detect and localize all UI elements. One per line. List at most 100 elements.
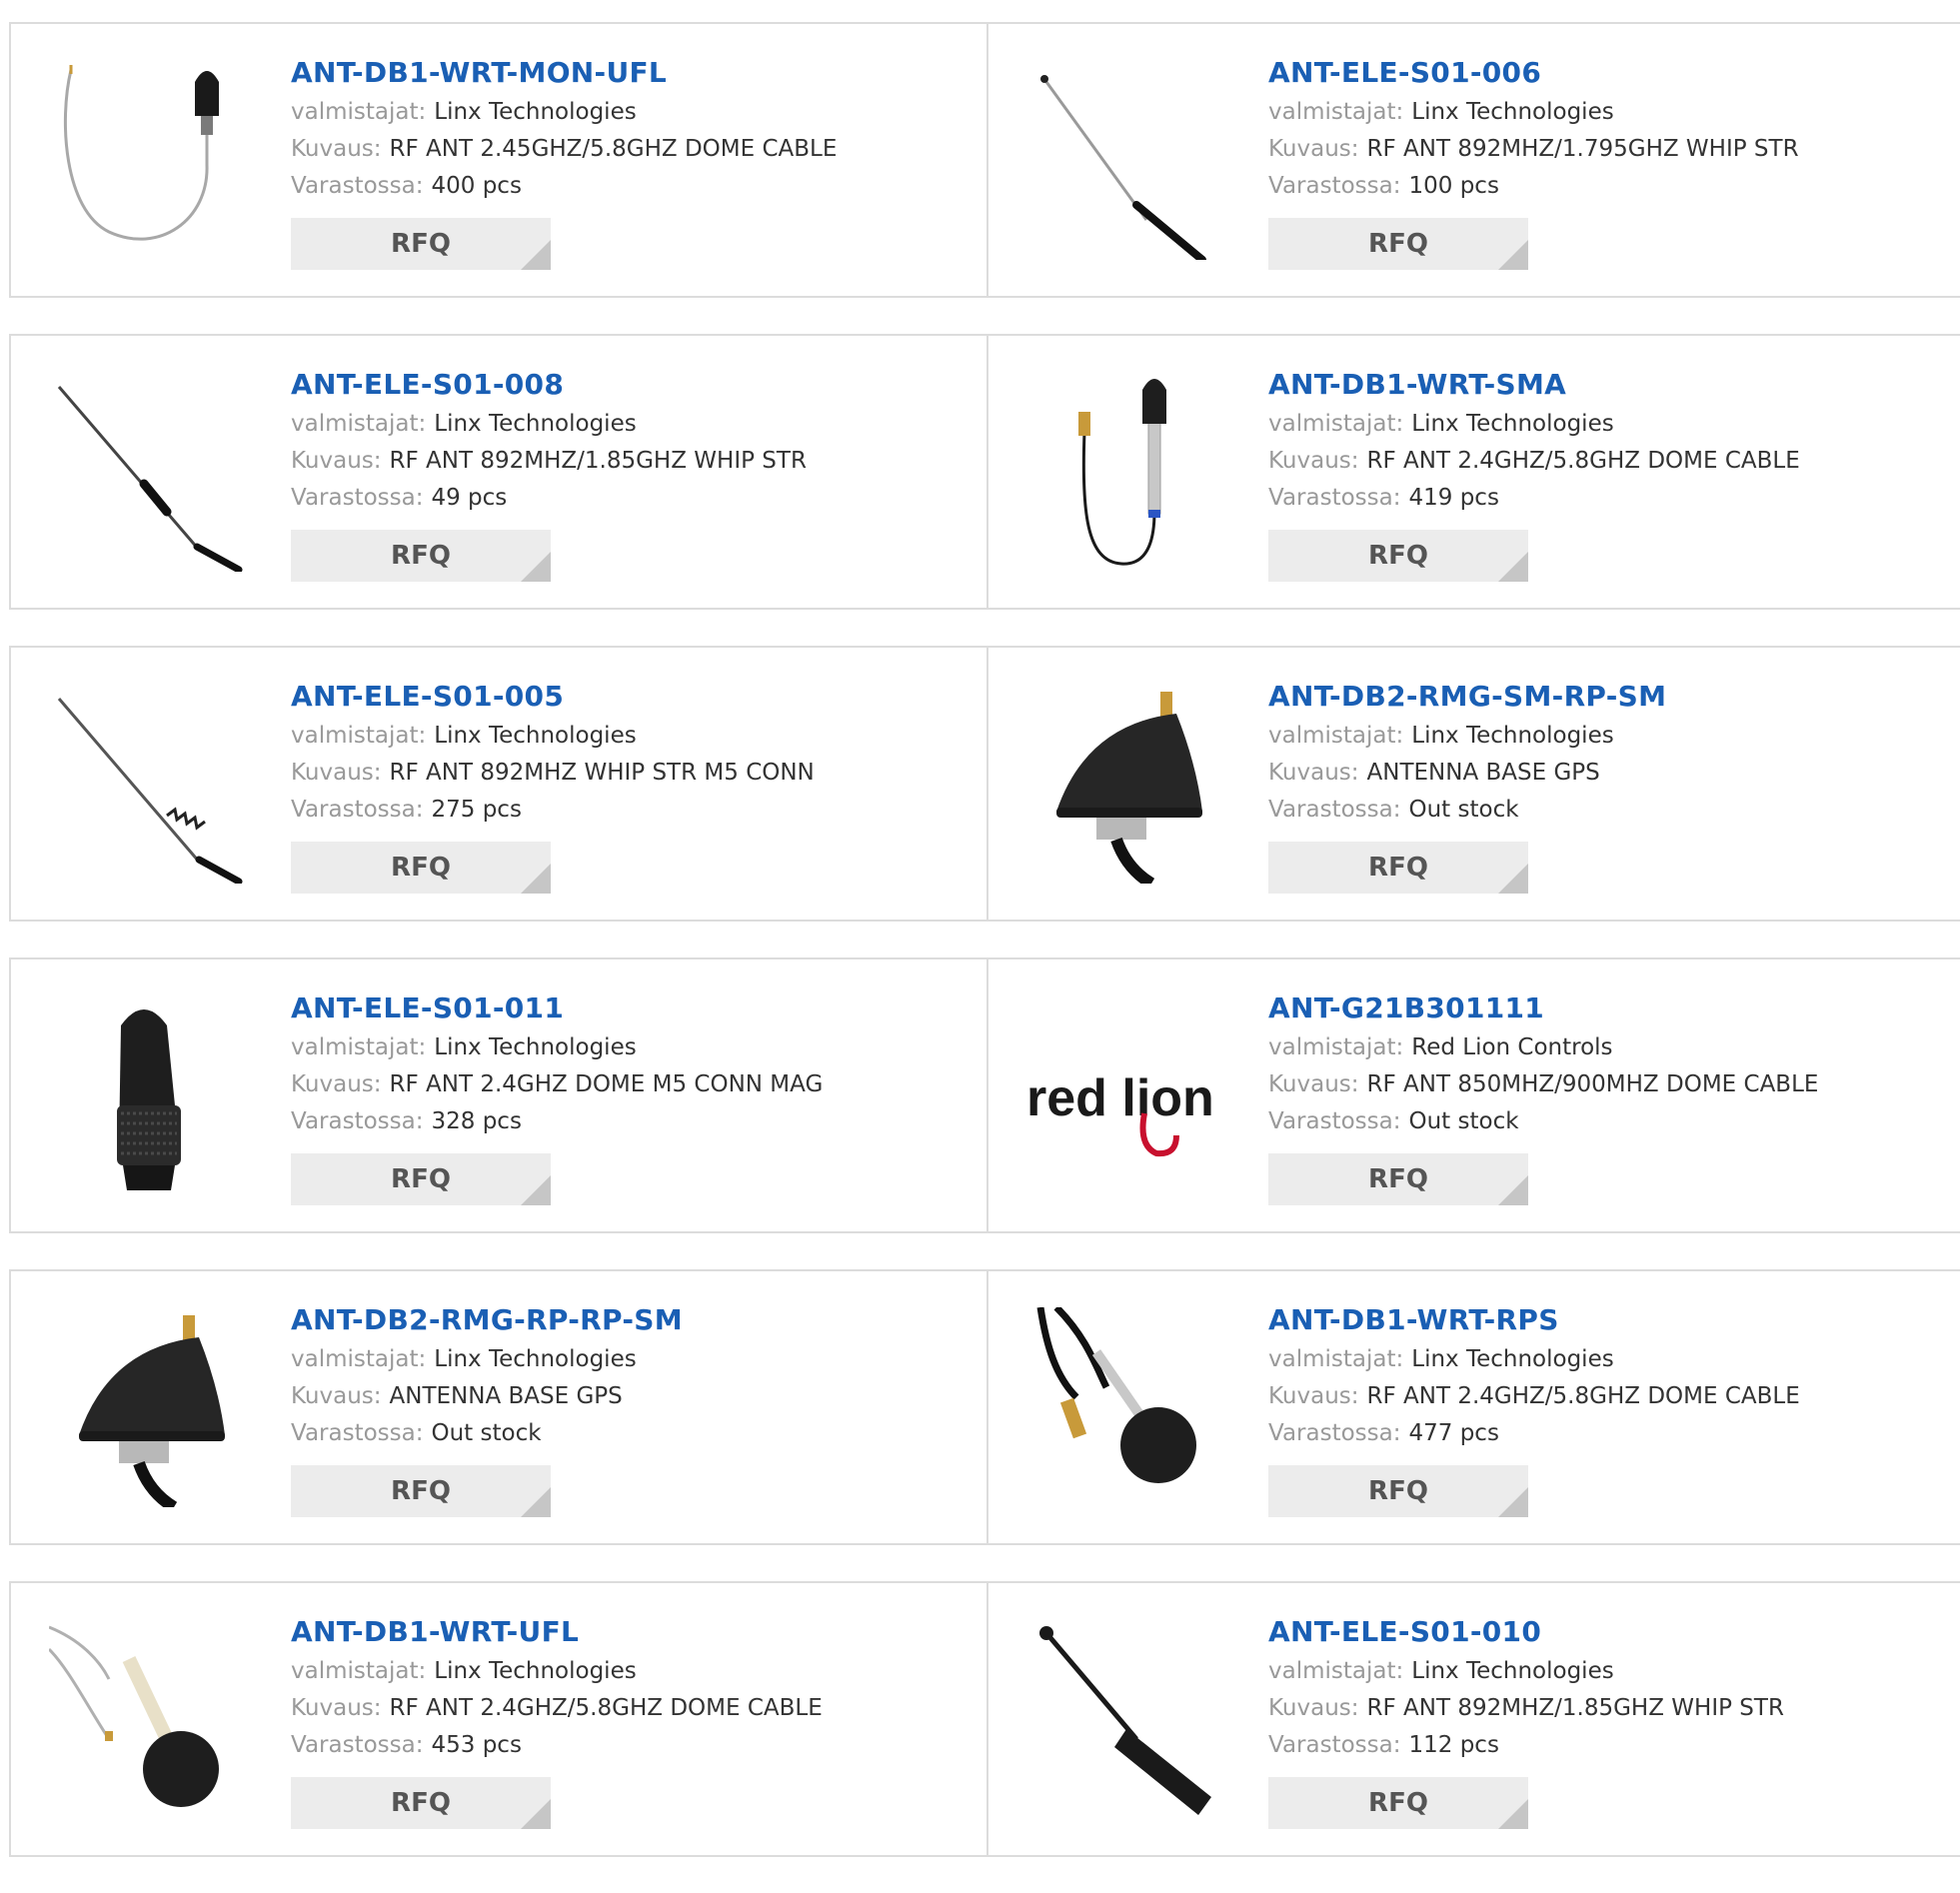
rfq-button[interactable]: RFQ [1268, 1777, 1528, 1829]
part-number-link[interactable]: ANT-DB1-WRT-MON-UFL [291, 52, 837, 94]
manufacturer-line: valmistajat: Linx Technologies [291, 406, 807, 443]
product-grid: ANT-DB1-WRT-MON-UFL valmistajat: Linx Tec… [9, 22, 1960, 1893]
description-value: RF ANT 892MHZ/1.85GHZ WHIP STR [1366, 1695, 1784, 1721]
manufacturer-label: valmistajat: [291, 1034, 427, 1060]
product-image[interactable] [1026, 684, 1226, 884]
description-value: RF ANT 2.4GHZ DOME M5 CONN MAG [389, 1071, 824, 1097]
part-number-link[interactable]: ANT-ELE-S01-011 [291, 987, 823, 1029]
product-image[interactable] [1026, 1619, 1226, 1819]
stock-value: 112 pcs [1408, 1732, 1499, 1758]
stock-value: 275 pcs [431, 797, 522, 823]
description-label: Kuvaus: [1268, 1071, 1359, 1097]
stock-line: Varastossa: 477 pcs [1268, 1415, 1800, 1452]
rfq-button[interactable]: RFQ [291, 1153, 551, 1205]
part-number-link[interactable]: ANT-ELE-S01-010 [1268, 1611, 1784, 1653]
red-lion-logo[interactable]: red lion [1026, 995, 1226, 1195]
product-card: red lion ANT-G21B301111 valmistajat: Red … [988, 959, 1960, 1231]
rfq-button[interactable]: RFQ [291, 218, 551, 270]
stock-line: Varastossa: 112 pcs [1268, 1727, 1784, 1764]
rfq-button[interactable]: RFQ [291, 1777, 551, 1829]
stock-line: Varastossa: Out stock [1268, 1103, 1818, 1140]
rfq-button[interactable]: RFQ [291, 1465, 551, 1517]
rfq-label: RFQ [1368, 853, 1428, 883]
description-line: Kuvaus: RF ANT 892MHZ/1.85GHZ WHIP STR [1268, 1690, 1784, 1727]
rfq-button[interactable]: RFQ [1268, 530, 1528, 582]
part-number-link[interactable]: ANT-DB1-WRT-SMA [1268, 364, 1800, 406]
stock-line: Varastossa: 275 pcs [291, 792, 815, 829]
description-line: Kuvaus: ANTENNA BASE GPS [1268, 755, 1666, 792]
manufacturer-label: valmistajat: [1268, 723, 1404, 749]
stock-label: Varastossa: [1268, 1732, 1401, 1758]
description-label: Kuvaus: [291, 760, 382, 786]
stock-label: Varastossa: [291, 797, 424, 823]
product-image[interactable] [49, 1307, 249, 1507]
manufacturer-value: Linx Technologies [1411, 723, 1614, 749]
product-image[interactable] [1026, 372, 1226, 572]
description-label: Kuvaus: [1268, 448, 1359, 474]
rfq-button[interactable]: RFQ [291, 530, 551, 582]
manufacturer-value: Linx Technologies [434, 1346, 637, 1372]
product-image[interactable] [1026, 1307, 1226, 1507]
part-number-link[interactable]: ANT-DB2-RMG-RP-RP-SM [291, 1299, 683, 1341]
rfq-button[interactable]: RFQ [291, 842, 551, 894]
description-value: RF ANT 892MHZ/1.795GHZ WHIP STR [1366, 136, 1799, 162]
manufacturer-line: valmistajat: Linx Technologies [1268, 1653, 1784, 1690]
manufacturer-value: Linx Technologies [1411, 411, 1614, 437]
stock-label: Varastossa: [1268, 485, 1401, 511]
corner-triangle-icon [1498, 864, 1528, 894]
description-value: RF ANT 850MHZ/900MHZ DOME CABLE [1366, 1071, 1819, 1097]
manufacturer-value: Linx Technologies [1411, 1658, 1614, 1684]
product-image[interactable] [49, 372, 249, 572]
manufacturer-value: Linx Technologies [434, 411, 637, 437]
part-number-link[interactable]: ANT-DB1-WRT-RPS [1268, 1299, 1800, 1341]
corner-triangle-icon [521, 1799, 551, 1829]
manufacturer-line: valmistajat: Linx Technologies [291, 718, 815, 755]
description-label: Kuvaus: [291, 1383, 382, 1409]
description-value: RF ANT 892MHZ WHIP STR M5 CONN [389, 760, 815, 786]
manufacturer-value: Linx Technologies [434, 1034, 637, 1060]
product-image[interactable] [49, 684, 249, 884]
part-number-link[interactable]: ANT-ELE-S01-008 [291, 364, 807, 406]
rfq-label: RFQ [391, 229, 451, 259]
description-line: Kuvaus: RF ANT 2.4GHZ/5.8GHZ DOME CABLE [1268, 443, 1800, 480]
manufacturer-label: valmistajat: [1268, 99, 1404, 125]
product-row: ANT-DB2-RMG-RP-RP-SM valmistajat: Linx Te… [9, 1269, 1960, 1545]
rfq-label: RFQ [1368, 1164, 1428, 1194]
part-number-link[interactable]: ANT-ELE-S01-005 [291, 676, 815, 718]
manufacturer-line: valmistajat: Red Lion Controls [1268, 1029, 1818, 1066]
product-image[interactable] [49, 995, 249, 1195]
stock-line: Varastossa: Out stock [291, 1415, 683, 1452]
rfq-button[interactable]: RFQ [1268, 218, 1528, 270]
part-number-link[interactable]: ANT-G21B301111 [1268, 987, 1818, 1029]
rfq-label: RFQ [1368, 1788, 1428, 1818]
stock-value: 400 pcs [431, 173, 522, 199]
rfq-button[interactable]: RFQ [1268, 1465, 1528, 1517]
description-value: RF ANT 2.45GHZ/5.8GHZ DOME CABLE [389, 136, 838, 162]
stock-label: Varastossa: [1268, 1420, 1401, 1446]
part-number-link[interactable]: ANT-ELE-S01-006 [1268, 52, 1799, 94]
product-image[interactable] [49, 60, 249, 260]
description-label: Kuvaus: [1268, 1383, 1359, 1409]
manufacturer-label: valmistajat: [1268, 1034, 1404, 1060]
rfq-label: RFQ [1368, 229, 1428, 259]
product-row: ANT-DB1-WRT-MON-UFL valmistajat: Linx Tec… [9, 22, 1960, 298]
part-number-link[interactable]: ANT-DB1-WRT-UFL [291, 1611, 823, 1653]
stock-value: Out stock [1408, 1108, 1519, 1134]
description-value: RF ANT 2.4GHZ/5.8GHZ DOME CABLE [1366, 1383, 1800, 1409]
part-number-link[interactable]: ANT-DB2-RMG-SM-RP-SM [1268, 676, 1666, 718]
stock-line: Varastossa: 49 pcs [291, 480, 807, 517]
corner-triangle-icon [521, 1175, 551, 1205]
stock-label: Varastossa: [291, 1732, 424, 1758]
rfq-label: RFQ [1368, 1476, 1428, 1506]
manufacturer-value: Linx Technologies [1411, 99, 1614, 125]
rfq-button[interactable]: RFQ [1268, 1153, 1528, 1205]
corner-triangle-icon [1498, 552, 1528, 582]
product-image[interactable] [1026, 60, 1226, 260]
manufacturer-line: valmistajat: Linx Technologies [1268, 718, 1666, 755]
rfq-button[interactable]: RFQ [1268, 842, 1528, 894]
manufacturer-value: Linx Technologies [434, 723, 637, 749]
rfq-label: RFQ [391, 541, 451, 571]
description-value: RF ANT 2.4GHZ/5.8GHZ DOME CABLE [1366, 448, 1800, 474]
description-line: Kuvaus: RF ANT 2.4GHZ/5.8GHZ DOME CABLE [291, 1690, 823, 1727]
product-image[interactable] [49, 1619, 249, 1819]
